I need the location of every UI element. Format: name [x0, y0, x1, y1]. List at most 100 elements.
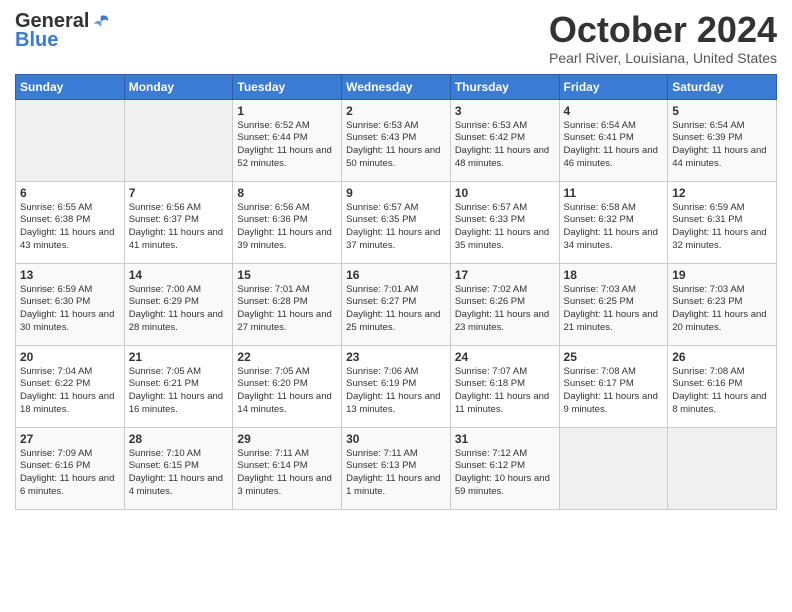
day-number: 24: [455, 350, 555, 364]
day-number: 29: [237, 432, 337, 446]
calendar-cell: [559, 427, 668, 509]
day-number: 31: [455, 432, 555, 446]
calendar-cell: 2 Sunrise: 6:53 AMSunset: 6:43 PMDayligh…: [342, 99, 451, 181]
calendar-cell: 22 Sunrise: 7:05 AMSunset: 6:20 PMDaylig…: [233, 345, 342, 427]
col-friday: Friday: [559, 74, 668, 99]
day-number: 12: [672, 186, 772, 200]
calendar-cell: 25 Sunrise: 7:08 AMSunset: 6:17 PMDaylig…: [559, 345, 668, 427]
day-number: 14: [129, 268, 229, 282]
day-number: 2: [346, 104, 446, 118]
calendar-week-4: 27 Sunrise: 7:09 AMSunset: 6:16 PMDaylig…: [16, 427, 777, 509]
day-detail: Sunrise: 6:53 AMSunset: 6:43 PMDaylight:…: [346, 120, 440, 169]
day-detail: Sunrise: 7:09 AMSunset: 6:16 PMDaylight:…: [20, 448, 114, 497]
day-number: 9: [346, 186, 446, 200]
day-detail: Sunrise: 7:02 AMSunset: 6:26 PMDaylight:…: [455, 284, 549, 333]
calendar-cell: 1 Sunrise: 6:52 AMSunset: 6:44 PMDayligh…: [233, 99, 342, 181]
day-detail: Sunrise: 6:59 AMSunset: 6:31 PMDaylight:…: [672, 202, 766, 251]
day-detail: Sunrise: 6:53 AMSunset: 6:42 PMDaylight:…: [455, 120, 549, 169]
day-number: 25: [564, 350, 664, 364]
calendar-cell: 28 Sunrise: 7:10 AMSunset: 6:15 PMDaylig…: [124, 427, 233, 509]
calendar-cell: 3 Sunrise: 6:53 AMSunset: 6:42 PMDayligh…: [450, 99, 559, 181]
day-number: 16: [346, 268, 446, 282]
col-wednesday: Wednesday: [342, 74, 451, 99]
calendar-cell: 7 Sunrise: 6:56 AMSunset: 6:37 PMDayligh…: [124, 181, 233, 263]
calendar-cell: 29 Sunrise: 7:11 AMSunset: 6:14 PMDaylig…: [233, 427, 342, 509]
calendar-cell: 26 Sunrise: 7:08 AMSunset: 6:16 PMDaylig…: [668, 345, 777, 427]
calendar-cell: 31 Sunrise: 7:12 AMSunset: 6:12 PMDaylig…: [450, 427, 559, 509]
calendar-cell: 8 Sunrise: 6:56 AMSunset: 6:36 PMDayligh…: [233, 181, 342, 263]
calendar-week-3: 20 Sunrise: 7:04 AMSunset: 6:22 PMDaylig…: [16, 345, 777, 427]
day-number: 10: [455, 186, 555, 200]
day-number: 17: [455, 268, 555, 282]
calendar-cell: 21 Sunrise: 7:05 AMSunset: 6:21 PMDaylig…: [124, 345, 233, 427]
day-number: 3: [455, 104, 555, 118]
page: General Blue October 2024 Pearl River, L…: [0, 0, 792, 520]
day-detail: Sunrise: 6:58 AMSunset: 6:32 PMDaylight:…: [564, 202, 658, 251]
day-detail: Sunrise: 7:08 AMSunset: 6:16 PMDaylight:…: [672, 366, 766, 415]
calendar-cell: [16, 99, 125, 181]
calendar-table: Sunday Monday Tuesday Wednesday Thursday…: [15, 74, 777, 510]
day-detail: Sunrise: 7:03 AMSunset: 6:23 PMDaylight:…: [672, 284, 766, 333]
calendar-cell: 4 Sunrise: 6:54 AMSunset: 6:41 PMDayligh…: [559, 99, 668, 181]
day-detail: Sunrise: 7:11 AMSunset: 6:14 PMDaylight:…: [237, 448, 331, 497]
day-number: 27: [20, 432, 120, 446]
calendar-cell: 13 Sunrise: 6:59 AMSunset: 6:30 PMDaylig…: [16, 263, 125, 345]
day-number: 13: [20, 268, 120, 282]
col-thursday: Thursday: [450, 74, 559, 99]
calendar-cell: 14 Sunrise: 7:00 AMSunset: 6:29 PMDaylig…: [124, 263, 233, 345]
day-number: 22: [237, 350, 337, 364]
calendar-week-1: 6 Sunrise: 6:55 AMSunset: 6:38 PMDayligh…: [16, 181, 777, 263]
day-detail: Sunrise: 7:04 AMSunset: 6:22 PMDaylight:…: [20, 366, 114, 415]
calendar-cell: 5 Sunrise: 6:54 AMSunset: 6:39 PMDayligh…: [668, 99, 777, 181]
header: General Blue October 2024 Pearl River, L…: [15, 10, 777, 66]
day-number: 19: [672, 268, 772, 282]
calendar-week-0: 1 Sunrise: 6:52 AMSunset: 6:44 PMDayligh…: [16, 99, 777, 181]
day-detail: Sunrise: 7:06 AMSunset: 6:19 PMDaylight:…: [346, 366, 440, 415]
calendar-cell: 9 Sunrise: 6:57 AMSunset: 6:35 PMDayligh…: [342, 181, 451, 263]
calendar-cell: 16 Sunrise: 7:01 AMSunset: 6:27 PMDaylig…: [342, 263, 451, 345]
day-detail: Sunrise: 6:54 AMSunset: 6:39 PMDaylight:…: [672, 120, 766, 169]
day-number: 6: [20, 186, 120, 200]
day-detail: Sunrise: 6:56 AMSunset: 6:36 PMDaylight:…: [237, 202, 331, 251]
day-detail: Sunrise: 6:57 AMSunset: 6:33 PMDaylight:…: [455, 202, 549, 251]
col-saturday: Saturday: [668, 74, 777, 99]
day-number: 26: [672, 350, 772, 364]
calendar-cell: 6 Sunrise: 6:55 AMSunset: 6:38 PMDayligh…: [16, 181, 125, 263]
calendar-cell: 30 Sunrise: 7:11 AMSunset: 6:13 PMDaylig…: [342, 427, 451, 509]
day-detail: Sunrise: 6:55 AMSunset: 6:38 PMDaylight:…: [20, 202, 114, 251]
calendar-cell: 23 Sunrise: 7:06 AMSunset: 6:19 PMDaylig…: [342, 345, 451, 427]
calendar-cell: 19 Sunrise: 7:03 AMSunset: 6:23 PMDaylig…: [668, 263, 777, 345]
calendar-cell: [668, 427, 777, 509]
header-row: Sunday Monday Tuesday Wednesday Thursday…: [16, 74, 777, 99]
day-detail: Sunrise: 7:12 AMSunset: 6:12 PMDaylight:…: [455, 448, 550, 497]
col-tuesday: Tuesday: [233, 74, 342, 99]
title-block: October 2024 Pearl River, Louisiana, Uni…: [549, 10, 777, 66]
calendar-cell: 20 Sunrise: 7:04 AMSunset: 6:22 PMDaylig…: [16, 345, 125, 427]
day-number: 18: [564, 268, 664, 282]
day-detail: Sunrise: 7:01 AMSunset: 6:27 PMDaylight:…: [346, 284, 440, 333]
day-number: 7: [129, 186, 229, 200]
day-detail: Sunrise: 6:56 AMSunset: 6:37 PMDaylight:…: [129, 202, 223, 251]
day-number: 1: [237, 104, 337, 118]
location: Pearl River, Louisiana, United States: [549, 50, 777, 66]
day-detail: Sunrise: 7:03 AMSunset: 6:25 PMDaylight:…: [564, 284, 658, 333]
day-detail: Sunrise: 6:59 AMSunset: 6:30 PMDaylight:…: [20, 284, 114, 333]
calendar-cell: 24 Sunrise: 7:07 AMSunset: 6:18 PMDaylig…: [450, 345, 559, 427]
day-detail: Sunrise: 7:07 AMSunset: 6:18 PMDaylight:…: [455, 366, 549, 415]
day-detail: Sunrise: 7:10 AMSunset: 6:15 PMDaylight:…: [129, 448, 223, 497]
calendar-cell: 12 Sunrise: 6:59 AMSunset: 6:31 PMDaylig…: [668, 181, 777, 263]
day-detail: Sunrise: 6:54 AMSunset: 6:41 PMDaylight:…: [564, 120, 658, 169]
calendar-cell: 10 Sunrise: 6:57 AMSunset: 6:33 PMDaylig…: [450, 181, 559, 263]
logo: General Blue: [15, 10, 111, 52]
day-number: 23: [346, 350, 446, 364]
day-detail: Sunrise: 7:11 AMSunset: 6:13 PMDaylight:…: [346, 448, 440, 497]
calendar-cell: 17 Sunrise: 7:02 AMSunset: 6:26 PMDaylig…: [450, 263, 559, 345]
day-detail: Sunrise: 6:57 AMSunset: 6:35 PMDaylight:…: [346, 202, 440, 251]
day-detail: Sunrise: 7:08 AMSunset: 6:17 PMDaylight:…: [564, 366, 658, 415]
day-number: 11: [564, 186, 664, 200]
calendar-cell: 27 Sunrise: 7:09 AMSunset: 6:16 PMDaylig…: [16, 427, 125, 509]
logo-bird-icon: [91, 12, 111, 32]
calendar-cell: [124, 99, 233, 181]
month-title: October 2024: [549, 10, 777, 50]
calendar-cell: 15 Sunrise: 7:01 AMSunset: 6:28 PMDaylig…: [233, 263, 342, 345]
